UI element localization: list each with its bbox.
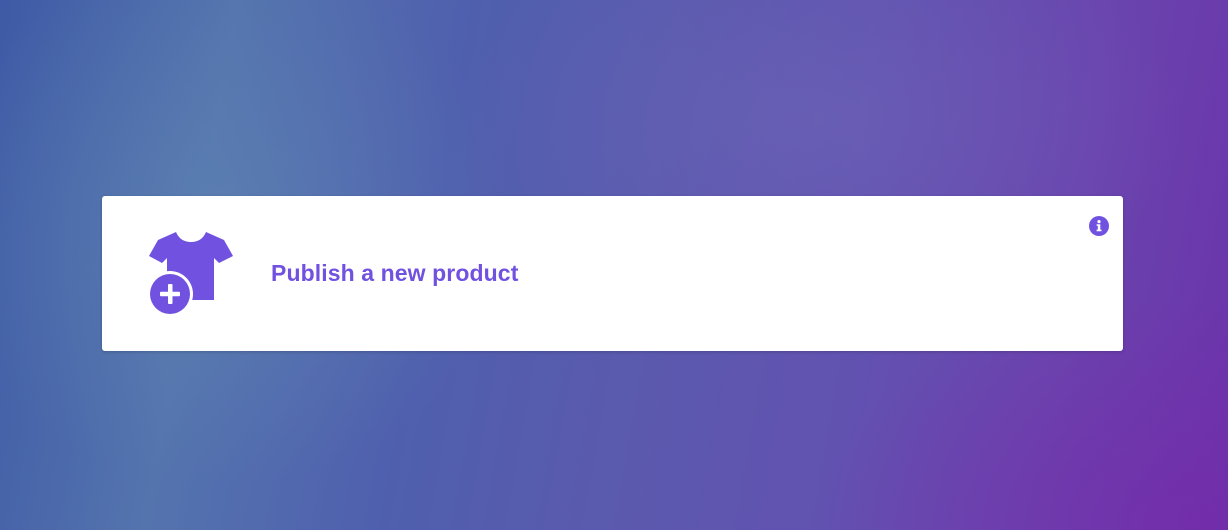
card-title: Publish a new product: [271, 260, 519, 286]
tshirt-plus-icon: [147, 230, 238, 317]
publish-product-card[interactable]: Publish a new product: [102, 196, 1123, 351]
info-icon[interactable]: [1089, 216, 1109, 236]
